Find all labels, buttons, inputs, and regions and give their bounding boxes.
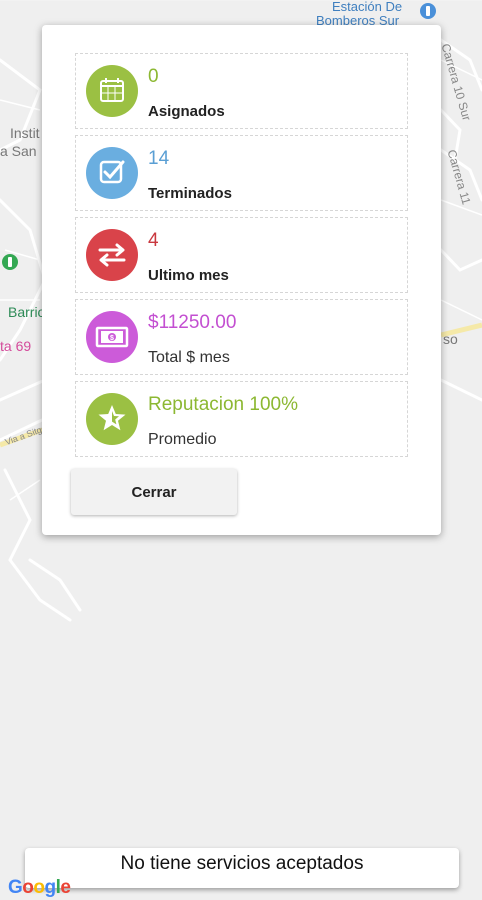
stat-label-asignados: Asignados (148, 103, 225, 120)
map-label-institute-2: a San (0, 143, 37, 159)
map-pin-station-icon[interactable] (420, 3, 436, 19)
map-label-so: so (443, 331, 458, 347)
stat-card-terminados: 14 Terminados (75, 135, 408, 211)
stat-label-terminados: Terminados (148, 185, 232, 202)
status-message-bar: No tiene servicios aceptados (25, 848, 459, 888)
google-logo-letter: G (8, 877, 23, 898)
status-message: No tiene servicios aceptados (120, 853, 364, 874)
stat-value-ultimo-mes: 4 (148, 230, 159, 251)
stat-value-terminados: 14 (148, 148, 170, 169)
stat-value-asignados: 0 (148, 66, 159, 87)
stat-card-reputacion: Reputacion 100% Promedio (75, 381, 408, 457)
map-label-barrio: Barrio (8, 304, 46, 320)
checkbox-icon (86, 147, 138, 199)
stat-card-ultimo-mes: 4 Ultimo mes (75, 217, 408, 293)
map-pin-green-icon[interactable] (2, 254, 18, 270)
google-logo-letter: o (33, 877, 45, 898)
stat-card-total-mes: $ $11250.00 Total $ mes (75, 299, 408, 375)
google-logo-letter: o (22, 877, 34, 898)
close-button[interactable]: Cerrar (71, 469, 237, 515)
swap-arrows-icon (86, 229, 138, 281)
google-logo-letter: e (60, 877, 71, 898)
svg-text:$: $ (110, 335, 114, 342)
stat-label-ultimo-mes: Ultimo mes (148, 267, 229, 284)
stat-value-total-mes: $11250.00 (148, 312, 237, 333)
stat-label-promedio: Promedio (148, 431, 217, 448)
star-badge-icon (86, 393, 138, 445)
stat-label-total-mes: Total $ mes (148, 349, 230, 366)
google-logo-letter: g (44, 877, 57, 898)
money-bill-icon: $ (86, 311, 138, 363)
google-logo[interactable]: Google (8, 877, 71, 899)
stat-value-reputacion: Reputacion 100% (148, 394, 298, 415)
map-label-institute: Instit (10, 125, 40, 141)
map-label-station: Estación De (332, 0, 403, 14)
map-label-ta69: ta 69 (0, 338, 32, 354)
stat-card-asignados: 0 Asignados (75, 53, 408, 129)
calendar-icon (86, 65, 138, 117)
stats-dialog: 0 Asignados 14 Terminados 4 Ultimo mes $… (42, 25, 441, 535)
